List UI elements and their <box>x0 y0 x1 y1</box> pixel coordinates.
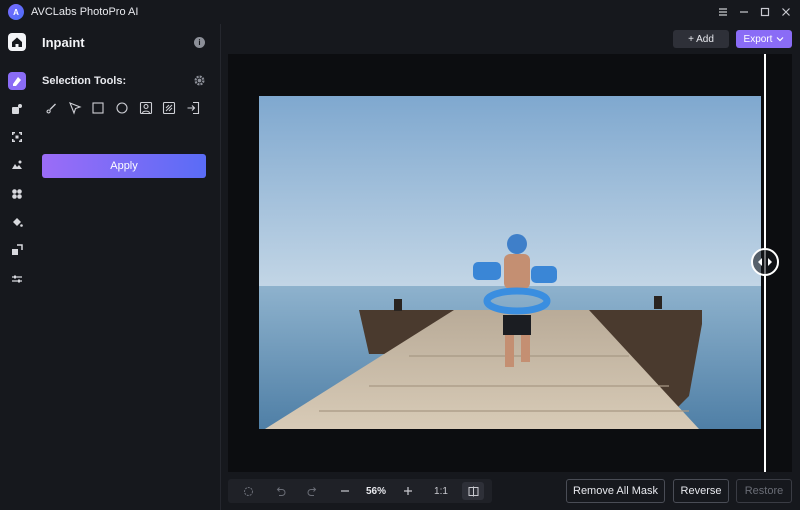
compare-arrows-icon <box>758 258 772 266</box>
photo-preview <box>259 96 761 429</box>
inpaint-panel: Inpaint i Selection Tools: Apply <box>34 24 220 510</box>
info-icon[interactable]: i <box>194 37 205 48</box>
zoom-out-icon[interactable] <box>335 479 355 503</box>
add-button[interactable]: + Add <box>673 30 729 48</box>
reverse-button[interactable]: Reverse <box>673 479 729 503</box>
selection-tools <box>42 101 212 115</box>
apply-button[interactable]: Apply <box>42 154 206 178</box>
menu-icon[interactable] <box>714 3 732 21</box>
app-title: AVCLabs PhotoPro AI <box>31 6 139 18</box>
panel-title: Inpaint <box>42 35 85 50</box>
portrait-tool-icon[interactable] <box>139 101 153 115</box>
export-button[interactable]: Export <box>736 30 792 48</box>
background-icon[interactable] <box>8 156 26 174</box>
minimize-icon[interactable] <box>735 3 753 21</box>
maximize-icon[interactable] <box>756 3 774 21</box>
rectangle-tool-icon[interactable] <box>91 101 105 115</box>
zoom-level: 56% <box>365 485 386 497</box>
tool-rail <box>0 24 34 510</box>
brush-tool-icon[interactable] <box>44 101 58 115</box>
adjust-icon[interactable] <box>8 270 26 288</box>
restore-button[interactable]: Restore <box>736 479 792 503</box>
import-tool-icon[interactable] <box>186 101 200 115</box>
colorize-icon[interactable] <box>8 213 26 231</box>
app-logo: A <box>8 4 24 20</box>
fit-icon[interactable] <box>238 479 258 503</box>
enhance-icon[interactable] <box>8 185 26 203</box>
zoom-in-icon[interactable] <box>398 479 418 503</box>
home-icon[interactable] <box>8 33 26 51</box>
title-bar: A AVCLabs PhotoPro AI <box>0 0 800 24</box>
undo-icon[interactable] <box>270 479 290 503</box>
compare-handle[interactable] <box>751 248 779 276</box>
image-canvas[interactable] <box>228 54 792 472</box>
remove-all-mask-button[interactable]: Remove All Mask <box>566 479 665 503</box>
redo-icon[interactable] <box>302 479 322 503</box>
panel-divider <box>220 24 221 510</box>
upscale-icon[interactable] <box>8 128 26 146</box>
lasso-tool-icon[interactable] <box>68 101 82 115</box>
chevron-down-icon <box>777 37 784 42</box>
export-label: Export <box>743 33 773 45</box>
compare-view-icon[interactable] <box>462 482 484 500</box>
gear-icon[interactable] <box>193 74 206 87</box>
resize-icon[interactable] <box>8 241 26 259</box>
ellipse-tool-icon[interactable] <box>115 101 129 115</box>
inpaint-icon[interactable] <box>8 72 26 90</box>
actual-size-button[interactable]: 1:1 <box>430 479 452 503</box>
object-remover-icon[interactable] <box>8 100 26 118</box>
canvas-controls: 56% 1:1 <box>228 479 492 503</box>
pattern-tool-icon[interactable] <box>162 101 176 115</box>
selection-tools-label: Selection Tools: <box>42 75 127 87</box>
close-icon[interactable] <box>777 3 795 21</box>
